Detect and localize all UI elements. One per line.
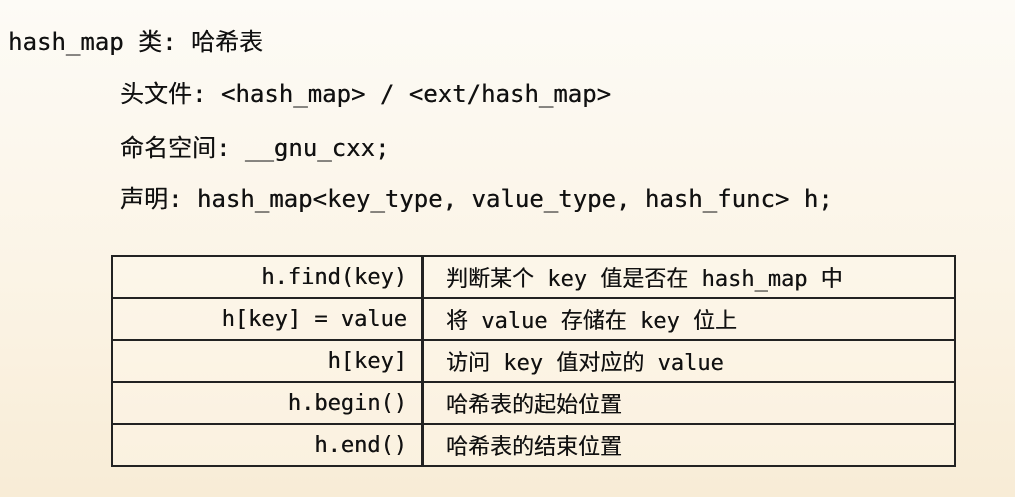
operation-cell: h.begin() [111,381,424,425]
description-cell: 哈希表的结束位置 [421,423,956,467]
table-row: h[key] = value 将 value 存储在 key 位上 [111,297,956,341]
header-file-line: 头文件: <hash_map> / <ext/hash_map> [120,80,612,108]
operation-cell: h[key] = value [111,297,424,341]
declaration-line: 声明: hash_map<key_type, value_type, hash_… [120,185,833,213]
namespace-line: 命名空间: __gnu_cxx; [120,134,390,162]
description-cell: 将 value 存储在 key 位上 [421,297,956,341]
description-cell: 访问 key 值对应的 value [421,339,956,383]
operations-table: h.find(key) 判断某个 key 值是否在 hash_map 中 h[k… [111,255,956,467]
slide-title: hash_map 类: 哈希表 [8,28,263,56]
table-row: h[key] 访问 key 值对应的 value [111,339,956,383]
operation-cell: h.find(key) [111,255,424,299]
table-row: h.begin() 哈希表的起始位置 [111,381,956,425]
description-cell: 判断某个 key 值是否在 hash_map 中 [421,255,956,299]
description-cell: 哈希表的起始位置 [421,381,956,425]
operation-cell: h[key] [111,339,424,383]
table-row: h.end() 哈希表的结束位置 [111,423,956,467]
table-row: h.find(key) 判断某个 key 值是否在 hash_map 中 [111,255,956,299]
operation-cell: h.end() [111,423,424,467]
